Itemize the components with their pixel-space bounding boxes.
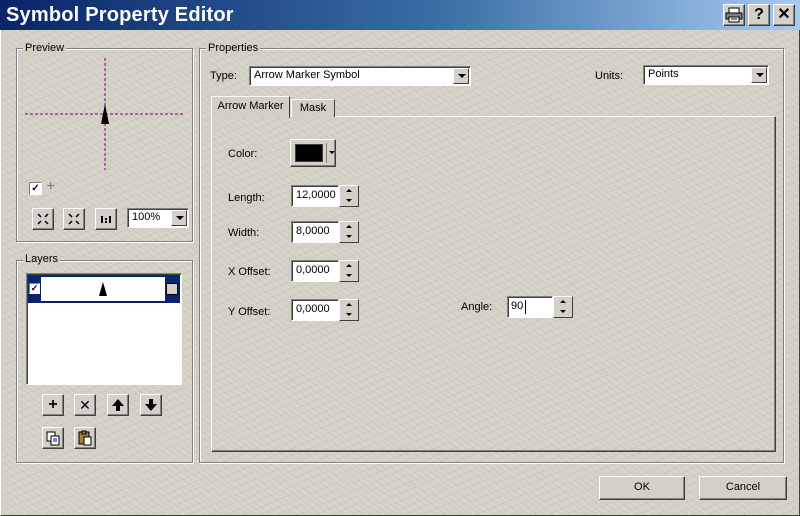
actual-size-button[interactable] bbox=[95, 208, 117, 230]
units-combo[interactable]: Points bbox=[643, 65, 769, 85]
type-label: Type: bbox=[210, 70, 237, 82]
cancel-button[interactable]: Cancel bbox=[699, 476, 787, 500]
yoffset-value: 0,0000 bbox=[296, 303, 330, 315]
yoffset-spinner[interactable] bbox=[339, 299, 359, 321]
move-layer-down-button[interactable] bbox=[140, 394, 162, 416]
plus-icon: + bbox=[48, 396, 58, 413]
angle-label: Angle: bbox=[461, 301, 493, 313]
length-spinner[interactable] bbox=[339, 185, 359, 207]
width-value: 8,0000 bbox=[296, 225, 330, 237]
width-input[interactable]: 8,0000 bbox=[291, 221, 339, 243]
show-crosshair-checkbox[interactable]: ✓ bbox=[29, 182, 42, 195]
help-button[interactable]: ? bbox=[748, 4, 770, 26]
arrow-down-icon bbox=[145, 399, 157, 411]
type-combo[interactable]: Arrow Marker Symbol bbox=[249, 66, 471, 86]
units-value: Points bbox=[648, 68, 679, 80]
zoom-in-icon bbox=[37, 213, 49, 225]
arrow-up-icon bbox=[112, 399, 124, 411]
spin-down-icon[interactable] bbox=[346, 235, 352, 238]
tab-arrow-marker[interactable]: Arrow Marker bbox=[211, 96, 290, 118]
ok-button[interactable]: OK bbox=[599, 476, 685, 500]
angle-spinner[interactable] bbox=[553, 296, 573, 318]
properties-group-label: Properties bbox=[206, 42, 261, 54]
yoffset-input[interactable]: 0,0000 bbox=[291, 299, 339, 321]
arrow-layer-icon bbox=[99, 282, 107, 296]
layer-visible-checkbox[interactable]: ✓ bbox=[29, 283, 40, 294]
text-cursor bbox=[525, 300, 526, 314]
chevron-down-icon bbox=[458, 74, 466, 78]
spin-up-icon[interactable] bbox=[346, 264, 352, 267]
type-dropdown-button[interactable] bbox=[453, 68, 469, 84]
paste-layer-button[interactable] bbox=[74, 427, 96, 449]
chevron-down-icon bbox=[176, 216, 184, 220]
paste-icon bbox=[78, 430, 92, 446]
zoom-value: 100% bbox=[132, 211, 161, 223]
zoom-out-icon bbox=[68, 213, 80, 225]
angle-input[interactable]: 90 bbox=[507, 296, 553, 318]
remove-layer-button[interactable]: ✕ bbox=[74, 394, 96, 416]
chevron-down-icon bbox=[329, 151, 335, 154]
width-spinner[interactable] bbox=[339, 221, 359, 243]
crosshair-plus-icon: + bbox=[46, 178, 56, 195]
spin-up-icon[interactable] bbox=[346, 303, 352, 306]
units-label: Units: bbox=[595, 70, 624, 82]
length-value: 12,0000 bbox=[296, 189, 336, 201]
color-picker-button[interactable] bbox=[290, 139, 336, 167]
width-label: Width: bbox=[228, 227, 260, 239]
type-value: Arrow Marker Symbol bbox=[254, 69, 360, 81]
delete-icon: ✕ bbox=[79, 397, 91, 413]
color-picker-divider bbox=[326, 143, 327, 163]
zoom-out-button[interactable] bbox=[63, 208, 85, 230]
angle-value: 90 bbox=[511, 300, 524, 312]
length-label: Length: bbox=[228, 192, 265, 204]
print-button[interactable] bbox=[723, 4, 745, 26]
length-input[interactable]: 12,0000 bbox=[291, 185, 339, 207]
units-dropdown-button[interactable] bbox=[751, 67, 767, 83]
layer-lock-icon[interactable] bbox=[166, 283, 178, 295]
copy-layer-button[interactable] bbox=[42, 427, 64, 449]
yoffset-label: Y Offset: bbox=[228, 306, 271, 318]
layers-group-label: Layers bbox=[23, 253, 61, 265]
xoffset-input[interactable]: 0,0000 bbox=[291, 260, 339, 282]
spin-down-icon[interactable] bbox=[346, 274, 352, 277]
close-button[interactable]: ✕ bbox=[773, 4, 795, 26]
zoom-in-button[interactable] bbox=[32, 208, 54, 230]
layer-symbol-thumb bbox=[41, 277, 165, 301]
tab-mask[interactable]: Mask bbox=[291, 99, 335, 117]
window-title: Symbol Property Editor bbox=[6, 4, 234, 26]
spin-down-icon[interactable] bbox=[346, 199, 352, 202]
zoom-combo[interactable]: 100% bbox=[127, 208, 189, 228]
chevron-down-icon bbox=[756, 73, 764, 77]
zoom-dropdown-button[interactable] bbox=[171, 210, 187, 226]
move-layer-up-button[interactable] bbox=[107, 394, 129, 416]
spin-up-icon[interactable] bbox=[560, 300, 566, 303]
xoffset-value: 0,0000 bbox=[296, 264, 330, 276]
dialog-body: Preview ✓ + 100% Layers ✓ + ✕ Properties… bbox=[0, 30, 800, 516]
color-label: Color: bbox=[228, 148, 258, 160]
spin-up-icon[interactable] bbox=[346, 225, 352, 228]
print-icon bbox=[725, 7, 743, 23]
actual-size-icon bbox=[101, 216, 111, 223]
preview-canvas bbox=[25, 58, 185, 170]
spin-up-icon[interactable] bbox=[346, 189, 352, 192]
layer-row[interactable]: ✓ bbox=[28, 275, 180, 303]
spin-down-icon[interactable] bbox=[346, 313, 352, 316]
layers-list[interactable]: ✓ bbox=[26, 273, 182, 385]
title-bar[interactable]: Symbol Property Editor ? ✕ bbox=[0, 0, 800, 30]
xoffset-label: X Offset: bbox=[228, 266, 271, 278]
spin-down-icon[interactable] bbox=[560, 310, 566, 313]
copy-icon bbox=[46, 431, 60, 446]
add-layer-button[interactable]: + bbox=[42, 394, 64, 416]
preview-group-label: Preview bbox=[23, 42, 67, 54]
xoffset-spinner[interactable] bbox=[339, 260, 359, 282]
color-swatch bbox=[295, 144, 323, 162]
